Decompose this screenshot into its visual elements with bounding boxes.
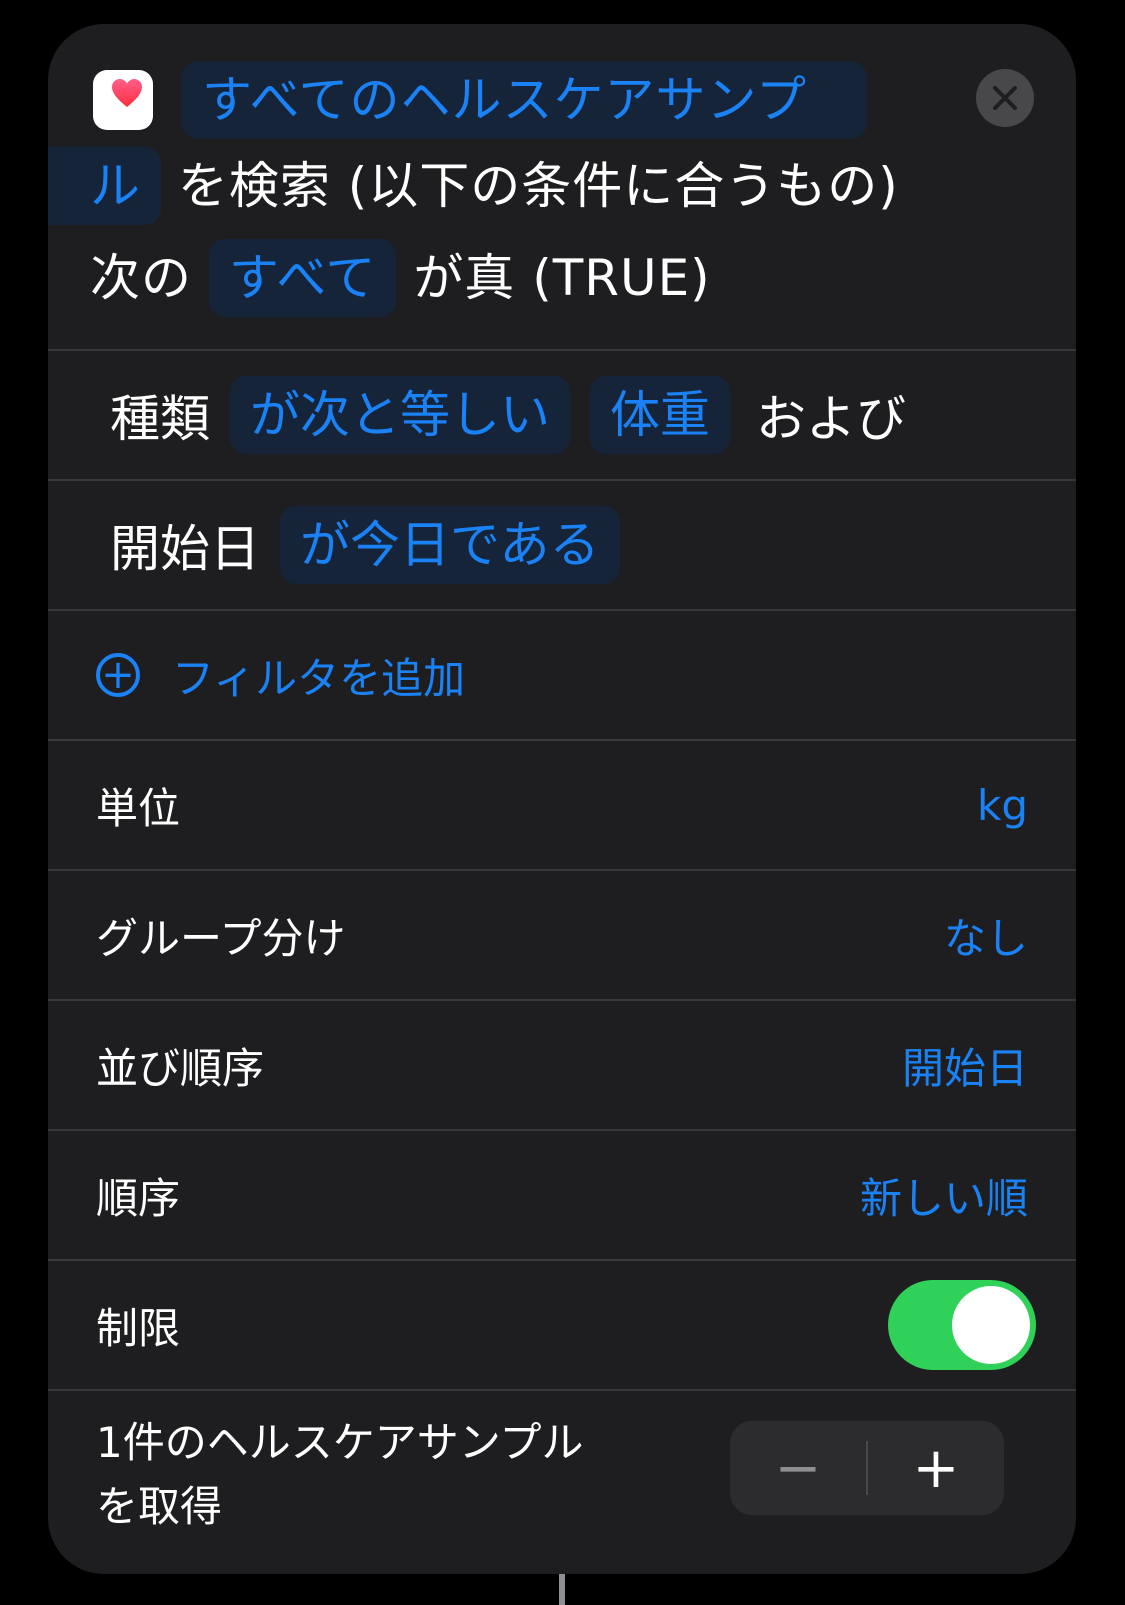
- filter-value[interactable]: 体重: [590, 376, 730, 454]
- condition-mode-token[interactable]: すべて: [208, 239, 397, 317]
- limit-count-label-line2: を取得: [96, 1482, 223, 1531]
- limit-stepper: − +: [730, 1421, 1004, 1515]
- toggle-knob: [952, 1286, 1030, 1364]
- close-icon: [993, 86, 1017, 110]
- health-sample-type-token[interactable]: すべてのヘルスケアサンプ: [182, 61, 867, 139]
- increment-button[interactable]: +: [868, 1421, 1004, 1515]
- add-filter-button[interactable]: + フィルタを追加: [48, 609, 1076, 739]
- health-sample-type-token-continued[interactable]: ル: [48, 147, 161, 225]
- setting-label: 制限: [96, 1303, 181, 1353]
- setting-group-by: グループ分け なし: [48, 869, 1076, 999]
- filter-operator[interactable]: が次と等しい: [230, 376, 570, 454]
- plus-circle-icon: +: [96, 653, 140, 697]
- limit-toggle[interactable]: [888, 1280, 1036, 1370]
- condition-prefix: 次の: [90, 249, 192, 307]
- setting-value[interactable]: なし: [944, 905, 1028, 966]
- setting-order: 順序 新しい順: [48, 1129, 1076, 1259]
- filter-field[interactable]: 開始日: [110, 509, 260, 581]
- heart-icon: [112, 79, 142, 107]
- condition-suffix: が真 (TRUE): [413, 249, 711, 307]
- health-app-icon: [93, 70, 153, 130]
- limit-count-label-line1: 1件のヘルスケアサンプル: [96, 1418, 584, 1467]
- filter-row: 種類 が次と等しい 体重 および: [48, 349, 1076, 479]
- action-connector-line: [559, 1574, 565, 1605]
- setting-label: 単位: [96, 783, 181, 833]
- setting-value[interactable]: 新しい順: [860, 1165, 1028, 1226]
- filter-conjunction: および: [756, 390, 906, 448]
- setting-limit: 制限: [48, 1259, 1076, 1389]
- action-title-suffix: を検索 (以下の条件に合うもの): [177, 157, 899, 215]
- setting-sort-by: 並び順序 開始日: [48, 999, 1076, 1129]
- setting-label: 順序: [96, 1173, 181, 1223]
- filter-field[interactable]: 種類: [110, 379, 210, 451]
- close-button[interactable]: [976, 69, 1034, 127]
- setting-label: 並び順序: [96, 1043, 265, 1093]
- action-header: すべてのヘルスケアサンプ ル を検索 (以下の条件に合うもの) 次の すべて が…: [48, 24, 1076, 349]
- limit-count-row: 1件のヘルスケアサンプル を取得 − +: [48, 1389, 1076, 1561]
- setting-label: グループ分け: [96, 913, 346, 963]
- setting-value[interactable]: 開始日: [902, 1035, 1028, 1096]
- filter-row: 開始日 が今日である: [48, 479, 1076, 609]
- setting-unit: 単位 kg: [48, 739, 1076, 869]
- setting-value[interactable]: kg: [977, 781, 1028, 830]
- find-health-samples-action-card: すべてのヘルスケアサンプ ル を検索 (以下の条件に合うもの) 次の すべて が…: [48, 24, 1076, 1574]
- filter-operator[interactable]: が今日である: [280, 506, 620, 584]
- decrement-button[interactable]: −: [730, 1421, 866, 1515]
- add-filter-label: フィルタを追加: [172, 653, 466, 703]
